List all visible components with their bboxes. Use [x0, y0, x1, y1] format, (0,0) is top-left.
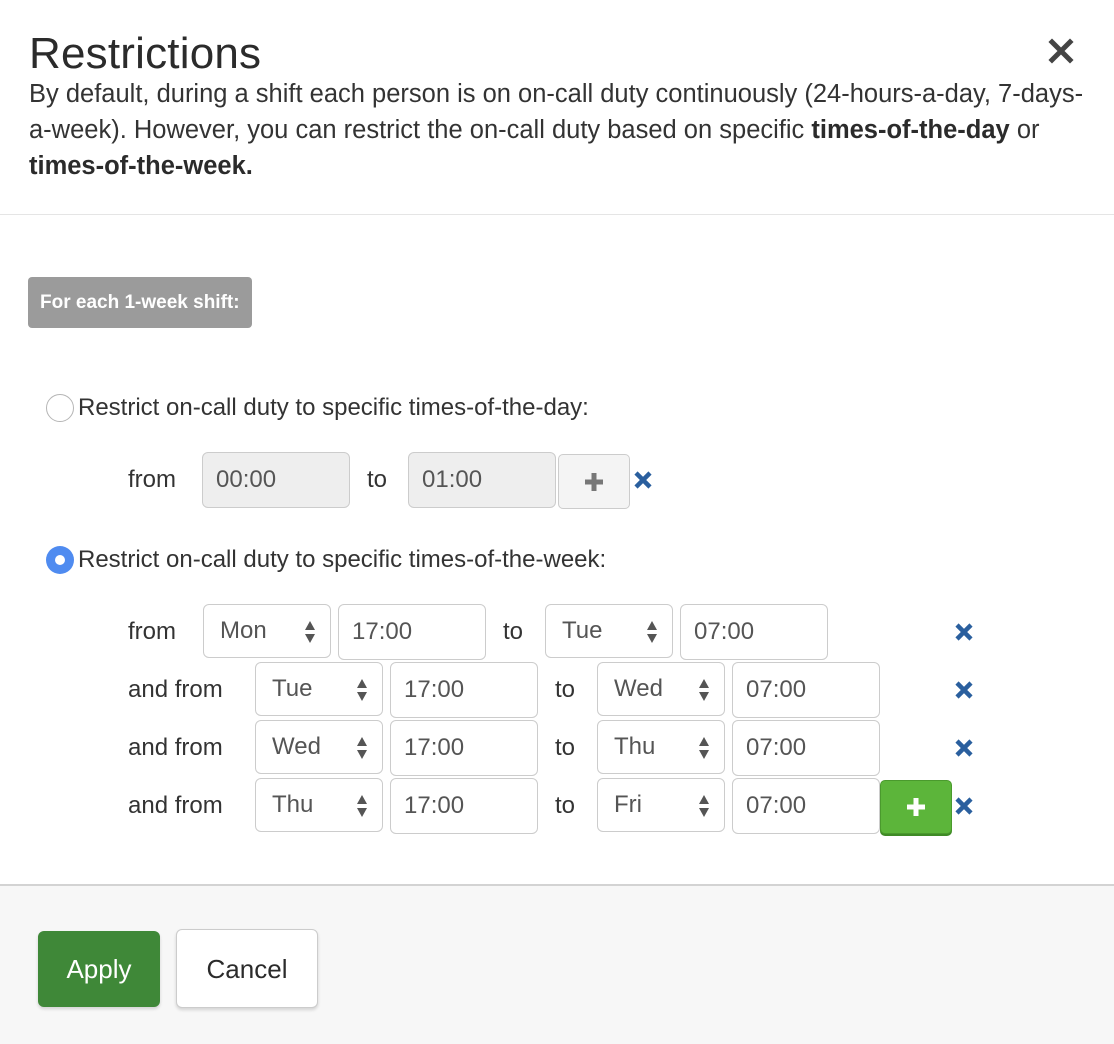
week-row-remove-icon[interactable] [954, 680, 974, 700]
week-row-from-day-select[interactable]: Thu [255, 778, 383, 832]
week-row-remove-icon[interactable] [954, 738, 974, 758]
radio-times-of-day[interactable]: Restrict on-call duty to specific times-… [46, 394, 589, 422]
week-row-to-time-input[interactable]: 07:00 [732, 778, 880, 834]
select-arrows-icon [699, 737, 709, 759]
description-bold-day: times-of-the-day [811, 116, 1010, 144]
select-arrows-icon [699, 795, 709, 817]
week-row-prefix-label: and from [128, 734, 223, 761]
select-arrows-icon [647, 621, 657, 643]
week-row-from-day-select[interactable]: Tue [255, 662, 383, 716]
week-row-to-label: to [555, 792, 576, 819]
select-arrows-icon [357, 679, 367, 701]
dialog-footer: Apply Cancel [0, 884, 1114, 1044]
week-row-prefix-label: from [128, 618, 176, 645]
description-bold-week: times-of-the-week. [29, 152, 253, 180]
day-from-label: from [128, 466, 176, 493]
select-arrows-icon [357, 737, 367, 759]
day-to-time-input[interactable]: 01:00 [408, 452, 556, 508]
day-from-time-input[interactable]: 00:00 [202, 452, 350, 508]
week-row-to-day-select[interactable]: Tue [545, 604, 673, 658]
select-arrows-icon [305, 621, 315, 643]
week-row-to-day-select[interactable]: Thu [597, 720, 725, 774]
day-remove-icon[interactable] [633, 470, 653, 490]
week-row-from-time-input[interactable]: 17:00 [390, 662, 538, 718]
plus-icon [585, 472, 603, 491]
plus-icon [907, 798, 925, 816]
week-row-prefix-label: and from [128, 792, 223, 819]
week-row-prefix-label: and from [128, 676, 223, 703]
radio-button-unchecked[interactable] [46, 394, 74, 422]
select-arrows-icon [357, 795, 367, 817]
apply-button[interactable]: Apply [38, 931, 160, 1007]
week-row-remove-icon[interactable] [954, 796, 974, 816]
cancel-button[interactable]: Cancel [176, 929, 318, 1008]
week-row-from-day-select[interactable]: Wed [255, 720, 383, 774]
from-day-value: Thu [272, 791, 314, 818]
week-row-from-time-input[interactable]: 17:00 [390, 720, 538, 776]
dialog-header: Restrictions By default, during a shift … [0, 0, 1114, 215]
select-arrows-icon [699, 679, 709, 701]
week-row-to-time-input[interactable]: 07:00 [680, 604, 828, 660]
week-row-from-time-input[interactable]: 17:00 [390, 778, 538, 834]
day-to-label: to [367, 466, 388, 493]
shift-badge: For each 1-week shift: [28, 277, 252, 328]
dialog-description: By default, during a shift each person i… [29, 76, 1089, 184]
week-row-to-day-select[interactable]: Fri [597, 778, 725, 832]
from-day-value: Mon [220, 617, 267, 644]
close-icon[interactable] [1046, 36, 1076, 66]
week-row-to-day-select[interactable]: Wed [597, 662, 725, 716]
week-row-to-label: to [555, 676, 576, 703]
week-row-to-time-input[interactable]: 07:00 [732, 720, 880, 776]
day-add-button[interactable] [558, 454, 630, 509]
week-row-from-day-select[interactable]: Mon [203, 604, 331, 658]
week-row-to-label: to [555, 734, 576, 761]
radio-times-of-week[interactable]: Restrict on-call duty to specific times-… [46, 546, 606, 574]
radio-button-checked[interactable] [46, 546, 74, 574]
week-row-to-time-input[interactable]: 07:00 [732, 662, 880, 718]
to-day-value: Tue [562, 617, 603, 644]
week-add-button[interactable] [880, 780, 952, 834]
to-day-value: Wed [614, 675, 663, 702]
week-row-to-label: to [503, 618, 524, 645]
radio-label-day: Restrict on-call duty to specific times-… [78, 394, 589, 421]
dialog-title: Restrictions [29, 29, 262, 78]
from-day-value: Tue [272, 675, 313, 702]
week-row-remove-icon[interactable] [954, 622, 974, 642]
from-day-value: Wed [272, 733, 321, 760]
description-text-or: or [1009, 116, 1040, 144]
to-day-value: Thu [614, 733, 656, 760]
week-row-from-time-input[interactable]: 17:00 [338, 604, 486, 660]
radio-label-week: Restrict on-call duty to specific times-… [78, 546, 607, 573]
to-day-value: Fri [614, 791, 642, 818]
